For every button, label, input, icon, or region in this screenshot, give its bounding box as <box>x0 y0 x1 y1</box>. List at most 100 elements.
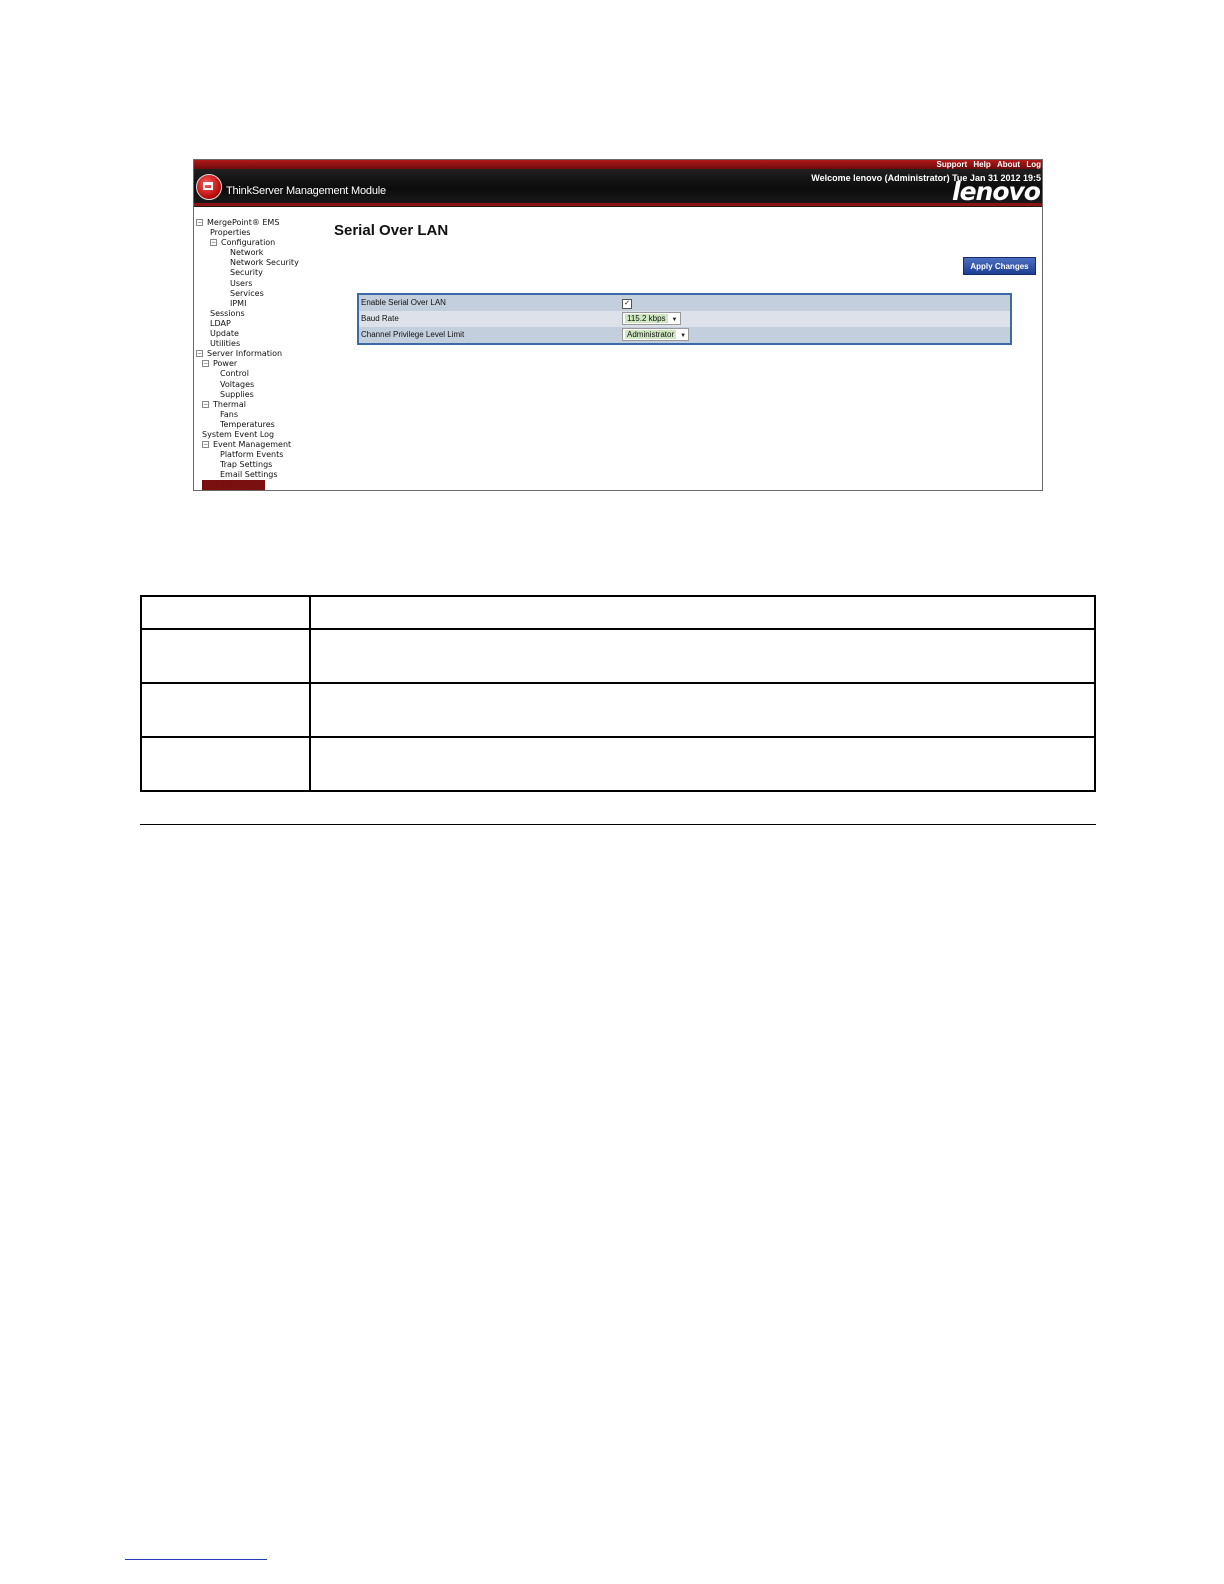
screenshot-frame: Support Help About Log ThinkServer Manag… <box>193 159 1043 491</box>
enable-sol-label: Enable Serial Over LAN <box>361 298 446 307</box>
nav-item-label: Event Management <box>213 440 292 450</box>
nav-item-label: Email Settings <box>220 470 278 480</box>
table-row <box>140 628 1096 684</box>
nav-item[interactable]: Network Security <box>194 258 319 268</box>
nav-item[interactable]: LDAP <box>194 319 319 329</box>
about-link[interactable]: About <box>997 160 1020 169</box>
nav-item[interactable]: Utilities <box>194 339 319 349</box>
enable-sol-row: Enable Serial Over LAN ✓ <box>359 295 1010 311</box>
nav-item[interactable]: Temperatures <box>194 420 319 430</box>
apply-changes-button[interactable]: Apply Changes <box>963 257 1036 275</box>
support-link[interactable]: Support <box>937 160 968 169</box>
top-banner: Support Help About Log ThinkServer Manag… <box>194 160 1042 207</box>
nav-item[interactable]: Services <box>194 289 319 299</box>
nav-item[interactable]: Trap Settings <box>194 460 319 470</box>
collapse-toggle-icon[interactable]: − <box>196 219 203 226</box>
table-row <box>140 682 1096 738</box>
nav-item[interactable]: Control <box>194 369 319 379</box>
nav-item[interactable]: Email Settings <box>194 470 319 480</box>
navigation-tree: − MergePoint® EMS Properties − Configuration… <box>194 218 319 490</box>
thinkserver-logo-icon <box>196 174 222 200</box>
nav-item-label: Serial Over LAN <box>202 480 266 490</box>
lenovo-logo: lenovo <box>952 177 1041 206</box>
nav-item[interactable]: Update <box>194 329 319 339</box>
collapse-toggle-icon[interactable]: − <box>202 441 209 449</box>
collapse-toggle-icon[interactable]: − <box>202 360 209 368</box>
chevron-down-icon: ▼ <box>680 333 687 340</box>
nav-item[interactable]: Fans <box>194 410 319 420</box>
nav-item[interactable]: System Event Log <box>194 430 319 440</box>
nav-item-label: Sessions <box>210 308 245 318</box>
privilege-row: Channel Privilege Level Limit Administra… <box>359 327 1010 343</box>
collapse-toggle-icon[interactable]: − <box>196 350 203 358</box>
privilege-value: Administrator <box>625 330 677 340</box>
footnote-rule <box>125 1559 267 1560</box>
nav-item[interactable]: Sessions <box>194 309 319 319</box>
nav-item-label: Services <box>230 288 264 298</box>
nav-item-label: Control <box>220 369 249 379</box>
logout-link[interactable]: Log <box>1026 160 1041 169</box>
nav-item-label: Supplies <box>220 389 254 399</box>
nav-item[interactable]: − Thermal <box>194 400 319 410</box>
top-links: Support Help About Log <box>933 160 1042 169</box>
nav-item-label: Fans <box>220 409 239 419</box>
nav-item[interactable]: − Event Management <box>194 440 319 450</box>
table-cell <box>140 595 311 630</box>
app-title: ThinkServer Management Module <box>226 185 386 197</box>
banner-divider <box>194 203 1042 206</box>
nav-item[interactable]: Properties <box>194 228 319 238</box>
table-cell <box>309 682 1096 738</box>
nav-item-label: Network <box>230 248 264 258</box>
nav-item-label: Power <box>213 359 238 369</box>
nav-item[interactable]: Serial Over LAN <box>194 480 319 490</box>
nav-item[interactable]: − Configuration <box>194 238 319 248</box>
nav-item[interactable]: Security <box>194 268 319 278</box>
table-cell <box>309 595 1096 630</box>
collapse-toggle-icon[interactable]: − <box>210 239 217 247</box>
table-cell <box>140 628 311 684</box>
nav-item[interactable]: Users <box>194 279 319 289</box>
help-link[interactable]: Help <box>973 160 990 169</box>
section-divider <box>140 824 1096 825</box>
nav-item[interactable]: − Power <box>194 359 319 369</box>
table-cell <box>140 736 311 792</box>
nav-item-label: Platform Events <box>220 450 284 460</box>
nav-item-label: Properties <box>210 228 251 238</box>
nav-item-label: MergePoint® EMS <box>207 218 280 227</box>
nav-item[interactable]: Platform Events <box>194 450 319 460</box>
document-table <box>140 595 1096 792</box>
chevron-down-icon: ▼ <box>671 317 678 324</box>
nav-item-label: Thermal <box>213 399 246 409</box>
nav-item[interactable]: − Server Information <box>194 349 319 359</box>
top-link-strip: Support Help About Log <box>194 160 1042 169</box>
privilege-label: Channel Privilege Level Limit <box>361 330 465 339</box>
nav-item-label: Temperatures <box>220 419 275 429</box>
baud-rate-label: Baud Rate <box>361 314 399 323</box>
nav-item-label: Trap Settings <box>220 460 273 470</box>
table-row <box>140 736 1096 792</box>
nav-item[interactable]: Network <box>194 248 319 258</box>
nav-item[interactable]: − MergePoint® EMS <box>194 218 319 228</box>
sol-settings-table: Enable Serial Over LAN ✓ Baud Rate 115.2… <box>357 293 1012 345</box>
table-cell <box>309 628 1096 684</box>
nav-item-label: Network Security <box>230 258 299 268</box>
nav-item-label: Voltages <box>220 379 255 389</box>
nav-item[interactable]: IPMI <box>194 299 319 309</box>
nav-item-label: Update <box>210 329 239 339</box>
nav-item-label: LDAP <box>210 318 231 328</box>
privilege-select[interactable]: Administrator ▼ <box>622 328 690 342</box>
collapse-toggle-icon[interactable]: − <box>202 400 209 408</box>
nav-item[interactable]: Voltages <box>194 380 319 390</box>
nav-item-label: IPMI <box>230 298 247 308</box>
nav-item[interactable]: Supplies <box>194 390 319 400</box>
page-title: Serial Over LAN <box>334 222 449 239</box>
nav-item-label: Utilities <box>210 339 241 349</box>
enable-sol-checkbox[interactable]: ✓ <box>622 299 632 309</box>
nav-item-label: System Event Log <box>202 429 275 439</box>
nav-item-label: Security <box>230 268 263 278</box>
table-row <box>140 595 1096 630</box>
baud-rate-select[interactable]: 115.2 kbps ▼ <box>622 312 681 326</box>
baud-rate-row: Baud Rate 115.2 kbps ▼ <box>359 311 1010 327</box>
nav-item-label: Configuration <box>221 238 276 248</box>
nav-item-label: Server Information <box>207 349 283 359</box>
